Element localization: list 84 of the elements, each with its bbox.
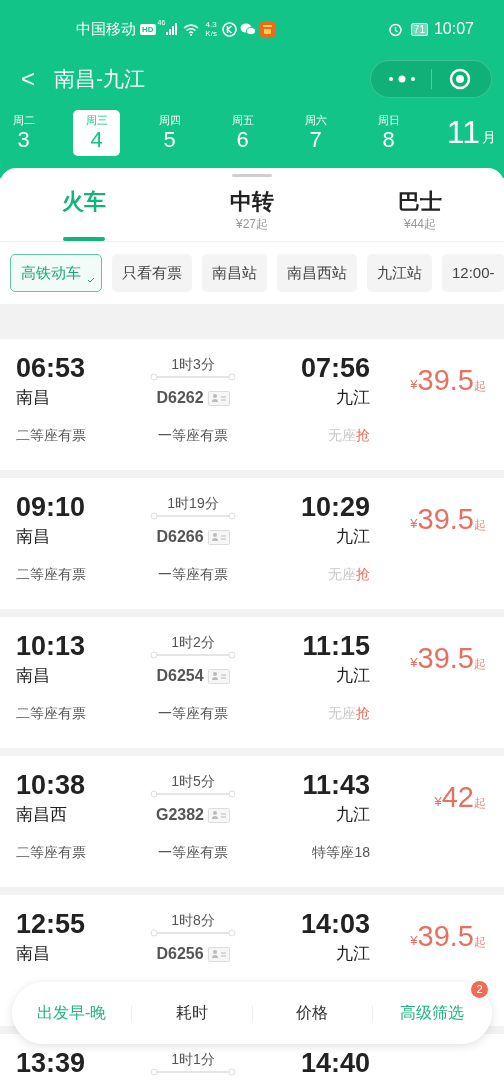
trip-duration: 1时8分	[171, 911, 215, 929]
seat-availability: 一等座有票	[158, 704, 229, 723]
ticket-price: ¥42起	[434, 782, 487, 812]
count-badge: 2	[471, 981, 488, 998]
departure-time: 06:53	[16, 352, 87, 385]
arrival-time: 14:03	[299, 908, 370, 941]
departure-time: 09:10	[16, 491, 87, 524]
departure-station: 南昌西	[16, 804, 68, 826]
trip-duration: 1时3分	[171, 355, 215, 373]
route-title: 南昌-九江	[54, 66, 145, 93]
arrival-station: 九江	[335, 804, 370, 826]
seat-availability: 二等座有票	[16, 704, 87, 723]
arrival-time: 11:43	[301, 769, 370, 802]
departure-station: 南昌	[16, 943, 51, 965]
filter-chip[interactable]: 南昌西站	[277, 254, 357, 292]
shopping-app-icon	[259, 21, 275, 37]
departure-time: 13:39	[16, 1047, 87, 1080]
seat-availability: 一等座有票	[158, 565, 229, 584]
trip-duration: 1时5分	[171, 772, 215, 790]
seat-availability: 二等座有票	[16, 565, 87, 584]
departure-time: 10:13	[16, 630, 87, 663]
network-speed: 4.3 K/s	[205, 20, 217, 38]
filter-chip[interactable]: 12:00-	[442, 254, 504, 292]
departure-station: 南昌	[16, 665, 51, 687]
seat-availability: 一等座有票	[158, 843, 229, 862]
arrival-station: 九江	[335, 387, 370, 409]
arrival-station: 九江	[335, 943, 370, 965]
seat-availability: 特等座18	[311, 843, 370, 862]
route-line-icon	[150, 790, 236, 798]
sort-option[interactable]: 价格	[252, 1001, 372, 1025]
clock-time: 10:07	[433, 19, 474, 39]
ticket-price: ¥39.5起	[410, 643, 487, 673]
route-line-icon	[150, 1068, 236, 1076]
ticket-price: ¥39.5起	[410, 365, 487, 395]
arrival-time: 07:56	[299, 352, 370, 385]
id-card-icon	[207, 529, 230, 545]
arrival-time: 14:40	[299, 1047, 370, 1080]
seat-availability: 二等座有票	[16, 426, 87, 445]
route-line-icon	[150, 373, 236, 381]
train-number: D6262	[156, 388, 204, 408]
route-line-icon	[150, 512, 236, 520]
transport-tab[interactable]: 巴士 ¥44起	[336, 180, 504, 241]
seat-availability: 二等座有票	[16, 843, 87, 862]
signal-icon	[166, 23, 179, 35]
ticket-price: ¥39.5起	[410, 504, 487, 534]
filter-chip[interactable]: 南昌站	[202, 254, 267, 292]
arrival-station: 九江	[335, 665, 370, 687]
id-card-icon	[208, 807, 230, 823]
arrival-time: 11:15	[301, 630, 370, 663]
filter-chip[interactable]: 只看有票	[112, 254, 192, 292]
departure-station: 南昌	[16, 387, 51, 409]
chat-bubbles-icon	[239, 22, 256, 36]
check-icon	[87, 277, 95, 283]
k-circle-icon	[221, 21, 237, 37]
train-number: D6266	[156, 527, 204, 547]
train-number: D6254	[156, 666, 204, 686]
seat-availability: 一等座有票	[158, 426, 229, 445]
filter-chip[interactable]: 九江站	[367, 254, 432, 292]
ticket-price: ¥39.5起	[410, 921, 487, 951]
alarm-icon	[387, 21, 403, 37]
departure-station: 南昌	[16, 526, 51, 548]
transport-tab[interactable]: 中转 ¥27起	[168, 180, 336, 241]
trip-duration: 1时2分	[171, 633, 215, 651]
departure-time: 10:38	[16, 769, 87, 802]
train-card[interactable]: 10:38 1时5分 11:43 ¥42起 南昌西 G2382 九江 二等座有票 一等座有票 特等座18	[0, 756, 504, 887]
more-icon[interactable]	[387, 75, 417, 83]
hd-badge: HD	[140, 23, 156, 35]
departure-time: 12:55	[16, 908, 87, 941]
id-card-icon	[207, 390, 230, 406]
trip-duration: 1时19分	[167, 494, 219, 512]
arrival-station: 九江	[335, 526, 370, 548]
wifi-icon	[183, 22, 200, 36]
route-line-icon	[150, 929, 236, 937]
sort-option[interactable]: 耗时	[132, 1001, 252, 1025]
id-card-icon	[207, 668, 230, 684]
train-number: D6256	[156, 944, 204, 964]
battery-indicator: 71	[410, 22, 428, 36]
trip-duration: 1时1分	[171, 1050, 215, 1068]
train-number: G2382	[155, 805, 204, 825]
arrival-time: 10:29	[299, 491, 370, 524]
route-line-icon	[150, 651, 236, 659]
drag-handle[interactable]	[232, 174, 272, 177]
carrier-name: 中国移动	[76, 18, 136, 39]
id-card-icon	[207, 946, 230, 962]
